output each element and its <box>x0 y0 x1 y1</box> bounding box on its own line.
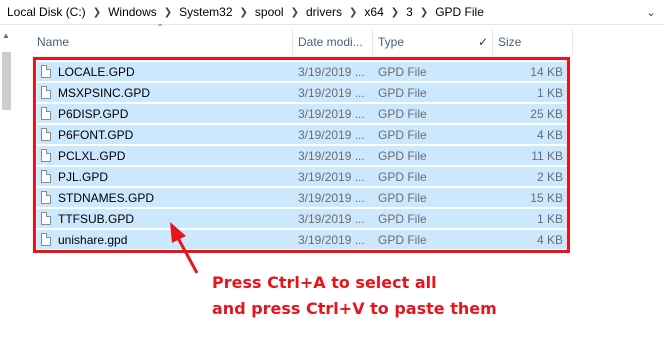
instruction-annotation: Press Ctrl+A to select all and press Ctr… <box>212 270 497 322</box>
instruction-line-2: and press Ctrl+V to paste them <box>212 299 497 318</box>
instruction-line-1: Press Ctrl+A to select all <box>212 273 437 292</box>
